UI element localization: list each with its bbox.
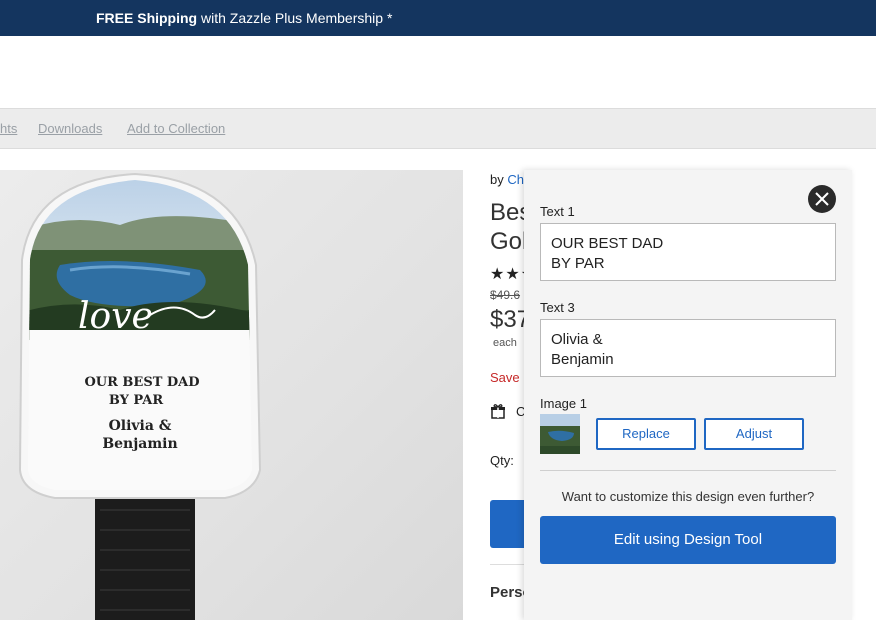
toolbar-link-hts[interactable]: hts <box>0 121 17 136</box>
promo-bold-text: FREE Shipping <box>96 10 198 26</box>
edit-design-tool-button[interactable]: Edit using Design Tool <box>540 516 836 564</box>
script-love-text: love <box>78 296 153 337</box>
text3-label: Text 3 <box>540 300 575 315</box>
gift-icon <box>490 403 506 423</box>
customize-further-text: Want to customize this design even furth… <box>561 489 815 504</box>
replace-image-button[interactable]: Replace <box>596 418 696 450</box>
save-text: Save <box>490 370 520 385</box>
golf-headcover-illustration: love OUR BEST DAD BY PAR Olivia & Benjam… <box>18 172 262 620</box>
text1-label: Text 1 <box>540 204 575 219</box>
original-price: $49.6 <box>490 288 521 302</box>
product-image[interactable]: love OUR BEST DAD BY PAR Olivia & Benjam… <box>0 170 463 620</box>
image1-thumbnail[interactable] <box>540 414 580 454</box>
text3-input[interactable]: Olivia & Benjamin <box>540 319 836 377</box>
adjust-image-button[interactable]: Adjust <box>704 418 804 450</box>
image1-label: Image 1 <box>540 396 587 411</box>
text1-input[interactable]: OUR BEST DAD BY PAR <box>540 223 836 281</box>
headcover-name-line1: Olivia & <box>109 418 172 434</box>
toolbar-link-downloads[interactable]: Downloads <box>38 121 102 136</box>
toolbar-link-add-to-collection[interactable]: Add to Collection <box>127 121 225 136</box>
headcover-text-line1: OUR BEST DAD <box>84 375 199 390</box>
promo-bar[interactable]: FREE Shipping with Zazzle Plus Membershi… <box>0 0 876 36</box>
headcover-text-line2: BY PAR <box>109 393 163 408</box>
personalize-panel: Text 1 OUR BEST DAD BY PAR Text 3 Olivia… <box>524 170 852 620</box>
site-header <box>0 36 876 108</box>
promo-text: with Zazzle Plus Membership * <box>197 10 393 26</box>
product-toolbar: hts Downloads Add to Collection <box>0 108 876 149</box>
headcover-name-line2: Benjamin <box>102 436 177 452</box>
price-unit: each <box>493 337 517 349</box>
panel-divider <box>540 470 836 471</box>
qty-label: Qty: <box>490 453 514 468</box>
designer-link[interactable]: Ch <box>507 172 524 187</box>
byline-prefix: by <box>490 172 508 187</box>
designer-byline: by Ch <box>490 172 524 187</box>
close-icon[interactable] <box>808 185 836 213</box>
